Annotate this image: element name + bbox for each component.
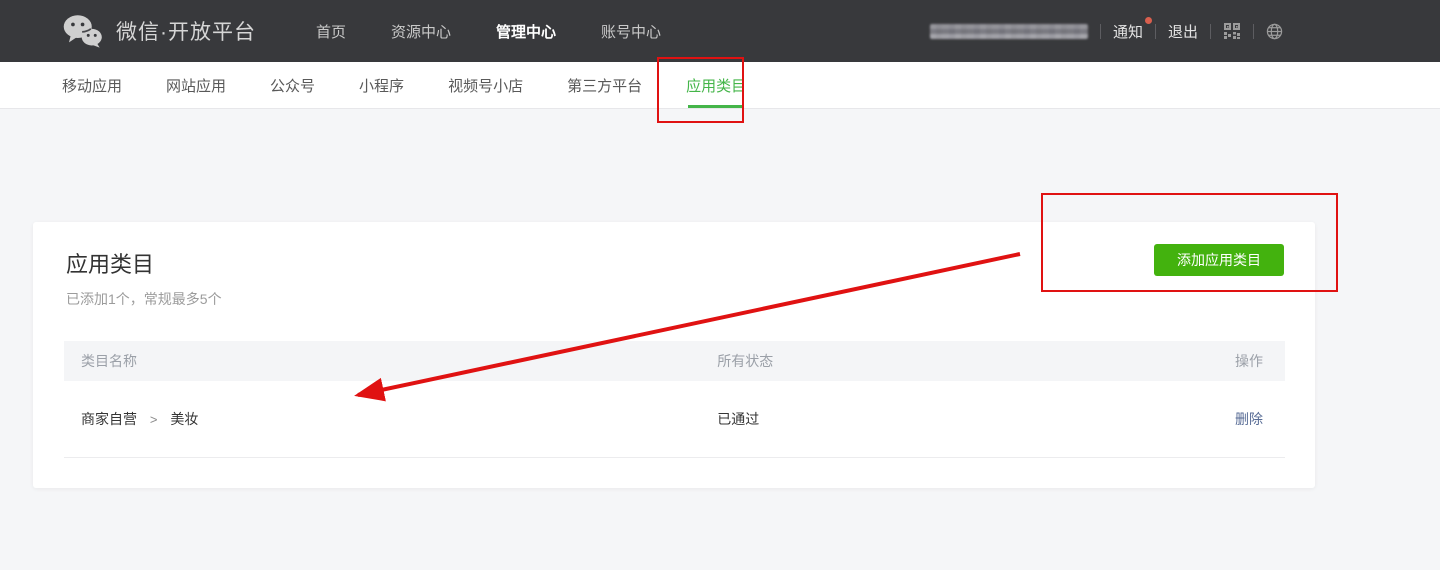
tab-app-category[interactable]: 应用类目 xyxy=(686,62,746,108)
column-header-status: 所有状态 xyxy=(717,351,1175,371)
tab-official-account[interactable]: 公众号 xyxy=(270,62,315,108)
panel-title: 应用类目 xyxy=(66,247,1284,279)
top-nav: 首页 资源中心 管理中心 账号中心 xyxy=(316,21,661,42)
app-type-tabbar: 移动应用 网站应用 公众号 小程序 视频号小店 第三方平台 应用类目 xyxy=(0,62,1440,109)
divider xyxy=(1210,24,1211,39)
tab-channels-shop[interactable]: 视频号小店 xyxy=(448,62,523,108)
qr-code-icon[interactable] xyxy=(1223,22,1241,40)
table-row: 商家自营 > 美妆 已通过 删除 xyxy=(64,381,1285,458)
nav-item-account[interactable]: 账号中心 xyxy=(601,21,661,42)
nav-item-home[interactable]: 首页 xyxy=(316,21,346,42)
globe-icon[interactable] xyxy=(1266,23,1283,40)
notification-label: 通知 xyxy=(1113,24,1143,41)
page: 微信·开放平台 首页 资源中心 管理中心 账号中心 通知 退出 xyxy=(0,0,1440,570)
category-parent: 商家自营 xyxy=(81,411,137,427)
category-child: 美妆 xyxy=(170,411,198,427)
column-header-category-name: 类目名称 xyxy=(64,351,717,371)
delete-link[interactable]: 删除 xyxy=(1235,411,1263,427)
add-app-category-button[interactable]: 添加应用类目 xyxy=(1154,244,1284,276)
wechat-logo-icon xyxy=(62,13,104,49)
account-name-blurred[interactable] xyxy=(930,24,1088,39)
panel-header: 应用类目 已添加1个，常规最多5个 添加应用类目 xyxy=(33,222,1315,309)
tab-mobile-app[interactable]: 移动应用 xyxy=(62,62,122,108)
notification-dot xyxy=(1145,17,1152,24)
category-table: 类目名称 所有状态 操作 商家自营 > 美妆 已通过 删除 xyxy=(64,341,1285,458)
brand[interactable]: 微信·开放平台 xyxy=(62,13,256,49)
nav-item-resources[interactable]: 资源中心 xyxy=(391,21,451,42)
app-category-panel: 应用类目 已添加1个，常规最多5个 添加应用类目 类目名称 所有状态 操作 商家… xyxy=(33,222,1315,488)
table-header-row: 类目名称 所有状态 操作 xyxy=(64,341,1285,381)
logout-link[interactable]: 退出 xyxy=(1168,21,1198,42)
notification-link[interactable]: 通知 xyxy=(1113,21,1143,42)
panel-subtitle: 已添加1个，常规最多5个 xyxy=(66,289,1284,309)
status-value: 已通过 xyxy=(717,409,1175,429)
tab-third-party[interactable]: 第三方平台 xyxy=(567,62,642,108)
tab-mini-program[interactable]: 小程序 xyxy=(359,62,404,108)
breadcrumb-separator: > xyxy=(150,412,158,427)
header-right: 通知 退出 xyxy=(930,21,1283,42)
tab-website-app[interactable]: 网站应用 xyxy=(166,62,226,108)
brand-title: 微信·开放平台 xyxy=(116,16,256,46)
top-header: 微信·开放平台 首页 资源中心 管理中心 账号中心 通知 退出 xyxy=(0,0,1440,62)
column-header-action: 操作 xyxy=(1175,351,1285,371)
divider xyxy=(1155,24,1156,39)
nav-item-management[interactable]: 管理中心 xyxy=(496,21,556,42)
divider xyxy=(1100,24,1101,39)
divider xyxy=(1253,24,1254,39)
category-path: 商家自营 > 美妆 xyxy=(64,409,717,429)
